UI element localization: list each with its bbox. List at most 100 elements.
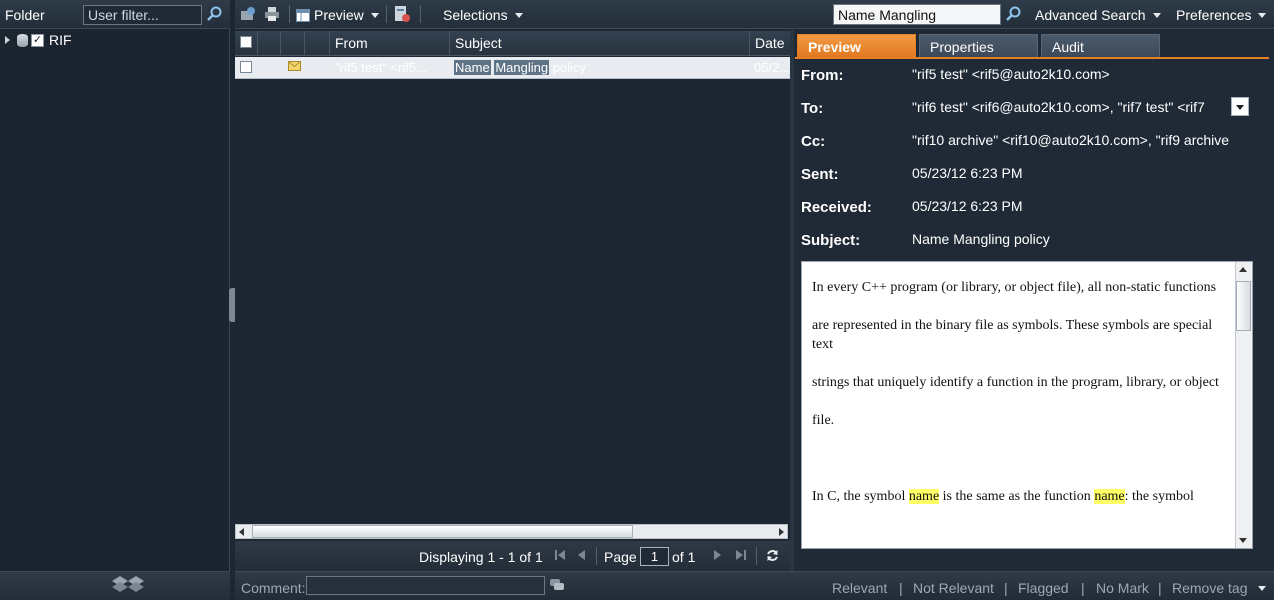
no-mark-button[interactable]: No Mark <box>1096 580 1149 596</box>
search-icon[interactable] <box>1005 6 1021 22</box>
toolbar-separator <box>420 5 421 23</box>
chevron-down-icon <box>1236 105 1244 110</box>
flagged-button[interactable]: Flagged <box>1018 580 1069 596</box>
search-hit-highlight: name <box>908 489 940 504</box>
action-separator: | <box>1081 580 1085 596</box>
advanced-search-label: Advanced Search <box>1035 7 1146 23</box>
chevron-down-icon <box>1152 12 1161 18</box>
tree-checkbox[interactable]: ✓ <box>31 33 44 47</box>
message-grid <box>235 30 790 542</box>
preview-menu-button[interactable]: Preview <box>296 5 379 25</box>
toolbar-separator <box>289 5 290 23</box>
received-value: 05/23/12 6:23 PM <box>912 198 1023 214</box>
page-label: Page <box>604 549 637 565</box>
comment-add-icon[interactable] <box>549 578 565 592</box>
body-paragraph: file. <box>812 413 835 428</box>
preview-pane-icon <box>296 8 310 22</box>
action-separator: | <box>1004 580 1008 596</box>
from-value: "rif5 test" <rif5@auto2k10.com> <box>912 66 1110 82</box>
subject-label: Subject: <box>801 232 861 249</box>
previous-page-icon[interactable] <box>577 549 587 561</box>
preferences-label: Preferences <box>1176 7 1252 23</box>
select-all-checkbox[interactable] <box>240 36 252 48</box>
body-paragraph: are represented in the binary file as sy… <box>812 318 1213 352</box>
action-separator: | <box>899 580 903 596</box>
column-type[interactable] <box>280 31 304 56</box>
search-hit-highlight: name <box>1094 489 1125 504</box>
toolbar-separator <box>386 5 387 23</box>
user-filter-input[interactable] <box>83 5 202 25</box>
subject-text: policy <box>552 60 586 75</box>
row-subject: Name Mangling policy <box>454 57 744 79</box>
export-icon[interactable] <box>240 6 256 22</box>
chevron-down-icon <box>370 12 379 18</box>
last-page-icon[interactable] <box>735 549 747 561</box>
search-input[interactable] <box>833 4 1001 25</box>
expand-arrow-icon[interactable] <box>5 36 10 44</box>
to-expand-button[interactable] <box>1231 97 1249 116</box>
remove-tag-button[interactable]: Remove tag <box>1172 580 1247 596</box>
scroll-right-icon[interactable] <box>779 528 784 536</box>
document-tag-icon[interactable] <box>394 5 410 23</box>
tree-node-label[interactable]: RIF <box>49 32 72 48</box>
from-label: From: <box>801 67 844 84</box>
message-body-text: In every C++ program (or library, or obj… <box>812 278 1222 525</box>
column-header-from[interactable]: From <box>329 31 449 56</box>
table-row[interactable]: "rif5 test" <rif5... Name Mangling polic… <box>235 57 790 79</box>
column-header-subject[interactable]: Subject <box>449 31 749 56</box>
refresh-icon[interactable] <box>766 549 779 562</box>
folder-title: Folder <box>5 7 45 23</box>
action-separator: | <box>1158 580 1162 596</box>
scrollbar-thumb[interactable] <box>252 525 633 538</box>
chevron-down-icon <box>514 12 523 18</box>
collapse-panels-icon[interactable] <box>110 575 146 593</box>
relevant-button[interactable]: Relevant <box>832 580 887 596</box>
row-checkbox[interactable] <box>240 61 252 73</box>
selections-menu-button[interactable]: Selections <box>443 5 523 25</box>
scroll-down-icon[interactable] <box>1239 538 1247 543</box>
column-header-date[interactable]: Date <box>749 31 790 56</box>
scrollbar-thumb[interactable] <box>1236 281 1251 331</box>
row-from: "rif5 test" <rif5... <box>335 60 427 75</box>
received-label: Received: <box>801 199 872 216</box>
tab-properties[interactable]: Properties <box>919 34 1038 58</box>
scroll-left-icon[interactable] <box>239 528 244 536</box>
chevron-down-icon[interactable] <box>1258 586 1266 591</box>
page-number-input[interactable] <box>640 547 669 566</box>
to-value: "rif6 test" <rif6@auto2k10.com>, "rif7 t… <box>912 99 1205 115</box>
select-all-column[interactable] <box>235 31 257 56</box>
body-text: : the symbol <box>1124 489 1194 504</box>
not-relevant-button[interactable]: Not Relevant <box>913 580 994 596</box>
pager-separator <box>756 547 757 565</box>
grid-header: From Subject Date <box>235 31 790 56</box>
subject-highlight: Mangling <box>494 60 550 75</box>
preview-menu-label: Preview <box>314 7 364 23</box>
database-icon <box>17 33 28 47</box>
pager-separator <box>596 547 597 565</box>
advanced-search-button[interactable]: Advanced Search <box>1035 5 1161 25</box>
subject-value: Name Mangling policy <box>912 231 1050 247</box>
tree-node-rif[interactable]: ✓ RIF <box>5 31 72 49</box>
comment-label: Comment: <box>241 580 306 596</box>
tab-audit[interactable]: Audit <box>1041 34 1160 58</box>
body-paragraph: strings that uniquely identify a functio… <box>812 375 1219 390</box>
first-page-icon[interactable] <box>554 549 566 561</box>
preferences-button[interactable]: Preferences <box>1176 5 1267 25</box>
chevron-down-icon <box>1258 12 1267 18</box>
to-label: To: <box>801 100 824 117</box>
body-paragraph: In every C++ program (or library, or obj… <box>812 280 1217 295</box>
next-page-icon[interactable] <box>712 549 722 561</box>
comment-input[interactable] <box>306 576 545 595</box>
print-icon[interactable] <box>264 6 280 22</box>
displaying-count: Displaying 1 - 1 of 1 <box>419 549 543 565</box>
tab-preview[interactable]: Preview <box>797 34 916 58</box>
page-count: of 1 <box>672 549 696 565</box>
scroll-up-icon[interactable] <box>1239 267 1247 272</box>
column-flag[interactable] <box>257 31 280 56</box>
body-text: In C, the symbol <box>812 489 909 504</box>
folder-panel <box>0 0 230 600</box>
search-icon[interactable] <box>206 6 222 22</box>
column-attachment[interactable] <box>304 31 329 56</box>
sent-label: Sent: <box>801 166 839 183</box>
cc-value: "rif10 archive" <rif10@auto2k10.com>, "r… <box>912 132 1230 148</box>
